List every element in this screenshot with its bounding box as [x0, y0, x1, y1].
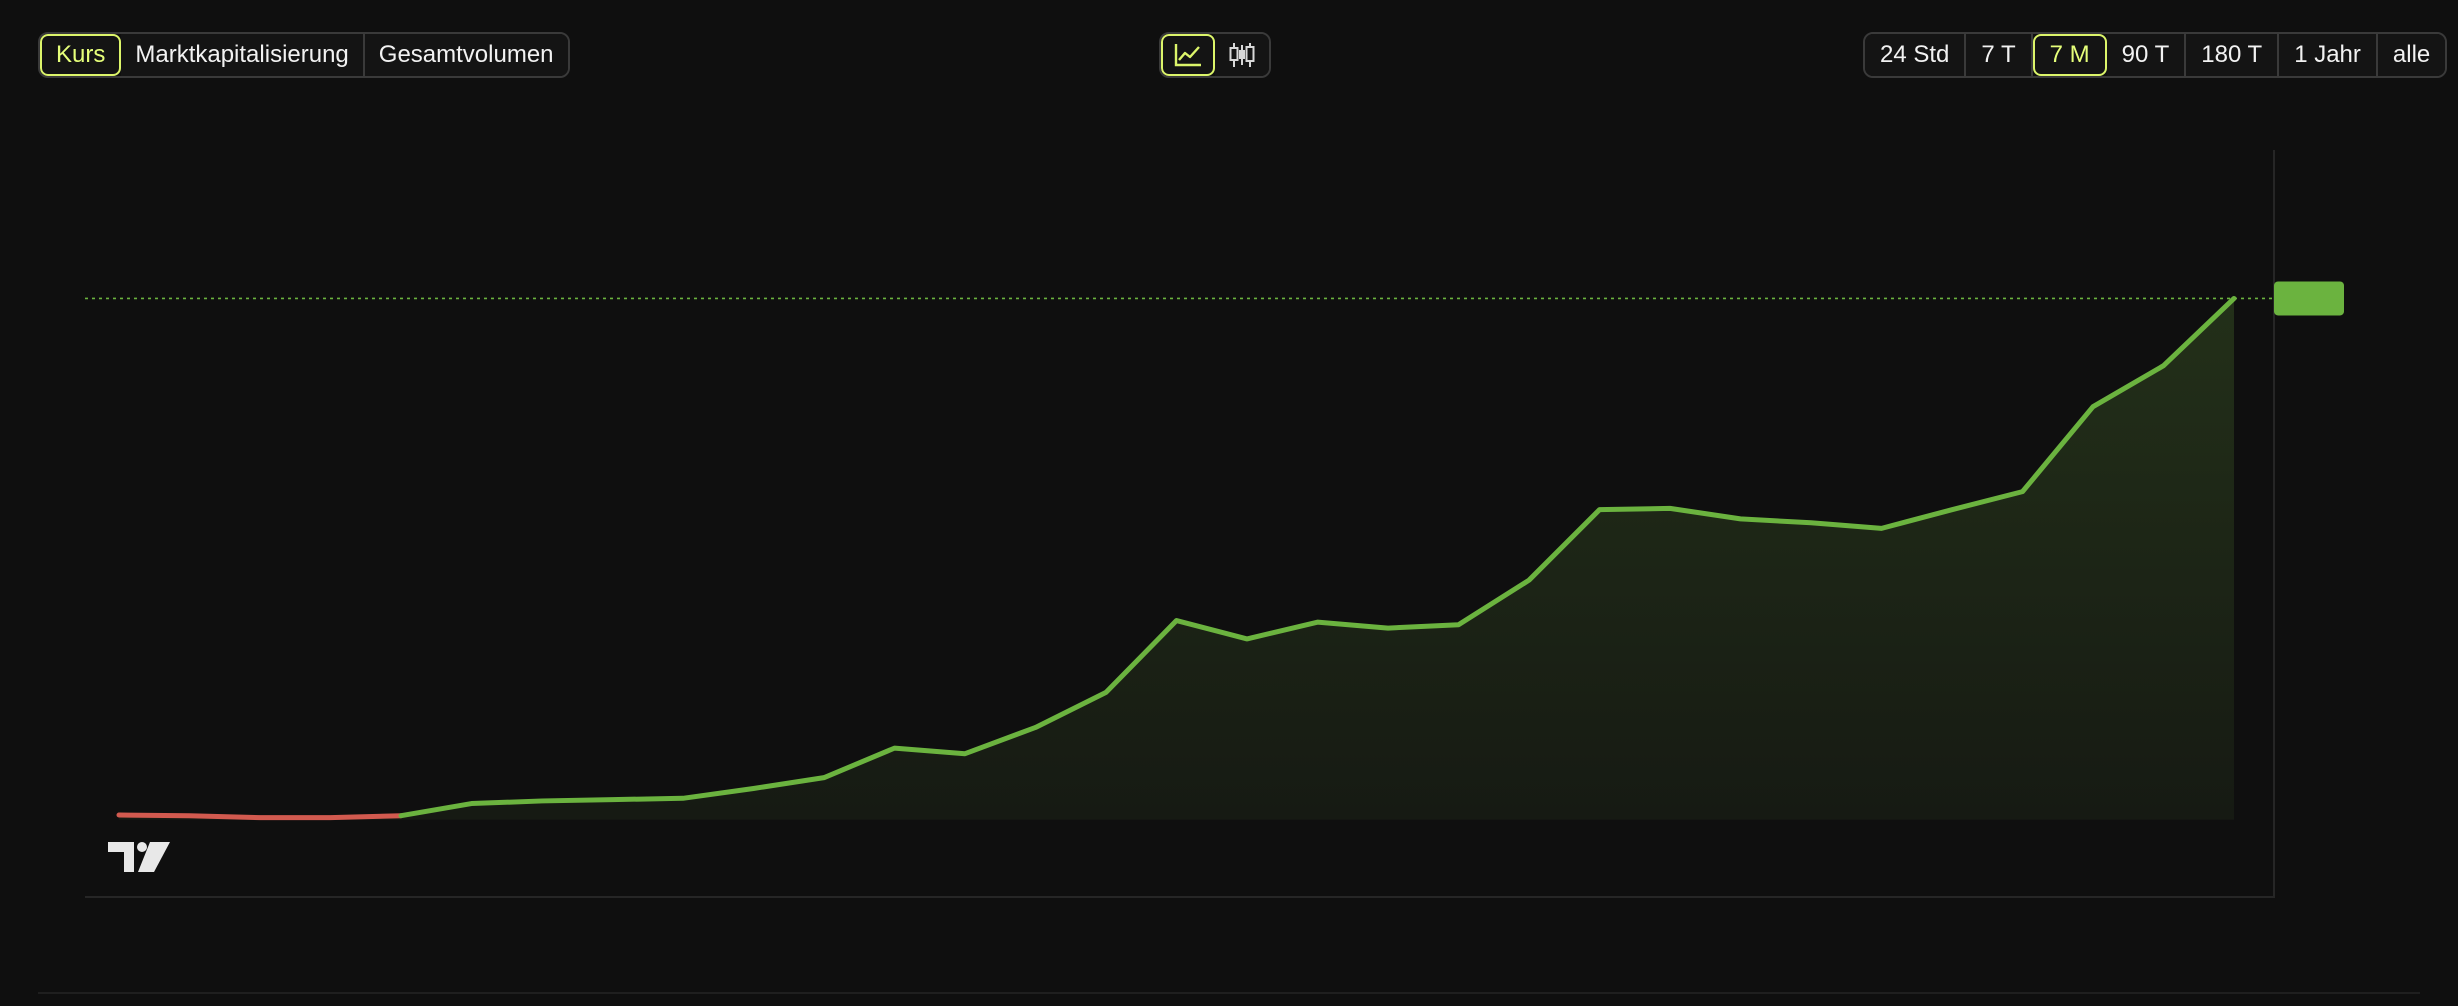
current-price-badge — [2274, 281, 2344, 316]
bottom-divider — [38, 992, 2420, 994]
tradingview-logo-icon — [108, 842, 170, 872]
price-area — [119, 298, 2234, 820]
price-line-down — [116, 812, 404, 821]
label-clip-mask — [0, 900, 85, 960]
price-chart[interactable] — [0, 0, 2458, 1006]
